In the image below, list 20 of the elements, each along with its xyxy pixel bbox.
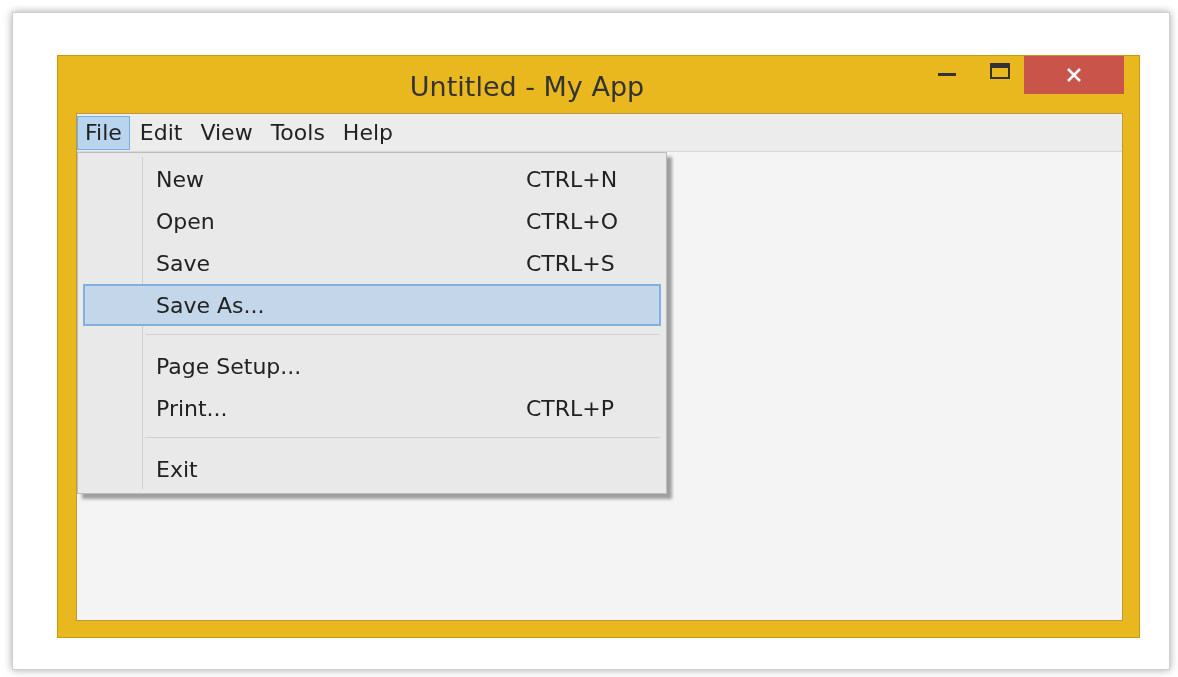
menu-option[interactable]: New CTRL+N xyxy=(83,158,661,200)
menu-item[interactable]: Tools xyxy=(262,115,333,150)
window-title: Untitled - My App xyxy=(408,70,646,102)
menu-option[interactable]: Print... CTRL+P xyxy=(83,387,661,429)
menu-item[interactable]: Help xyxy=(334,115,401,150)
menu-option[interactable]: Save As... xyxy=(83,284,661,326)
shortcut-text: CTRL+O xyxy=(526,208,620,234)
menu-option[interactable]: Save CTRL+S xyxy=(83,242,661,284)
close-icon xyxy=(1066,67,1082,83)
shortcut-text: CTRL+S xyxy=(526,250,616,276)
shortcut-text: CTRL+P xyxy=(526,395,616,421)
menu-option[interactable]: Open CTRL+O xyxy=(83,200,661,242)
menu-option[interactable]: Page Setup... xyxy=(83,345,661,387)
menu-item[interactable]: Edit xyxy=(131,115,191,150)
menu-option[interactable]: Exit xyxy=(83,448,661,490)
maximize-icon xyxy=(990,63,1010,79)
menu-item[interactable]: View xyxy=(192,115,261,150)
minimize-icon xyxy=(938,73,956,77)
shortcut-text: CTRL+N xyxy=(526,166,619,192)
menu-item[interactable]: File xyxy=(77,115,130,150)
